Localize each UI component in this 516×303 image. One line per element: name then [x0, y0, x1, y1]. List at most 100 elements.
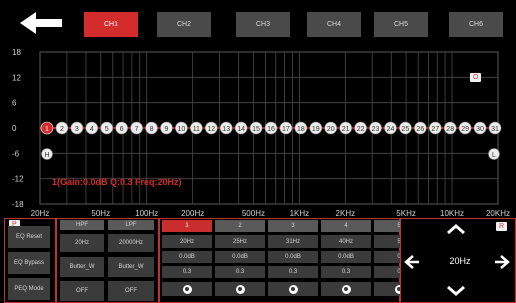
- eq-band-marker[interactable]: 7: [130, 121, 143, 135]
- band-3-gain-field[interactable]: 0.0dB: [268, 251, 318, 263]
- band-1-q-field[interactable]: 0.3: [162, 266, 212, 278]
- svg-text:28: 28: [446, 126, 454, 133]
- svg-text:17: 17: [282, 126, 290, 133]
- hpf-marker[interactable]: H: [41, 148, 53, 160]
- eq-band-marker[interactable]: 16: [264, 121, 278, 135]
- eq-band-marker[interactable]: 4: [85, 121, 99, 135]
- band-2-num-tab[interactable]: 2: [215, 220, 265, 232]
- svg-text:12: 12: [207, 126, 215, 133]
- eq-band-marker[interactable]: 28: [443, 121, 457, 135]
- arrow-left-icon[interactable]: [404, 254, 420, 270]
- band-5-freq-field[interactable]: 5: [374, 235, 400, 248]
- band-3-q-field[interactable]: 0.3: [268, 266, 318, 278]
- eq-band-marker[interactable]: 13: [219, 121, 233, 135]
- tab-ch5[interactable]: CH5: [374, 12, 428, 37]
- band-2-q-field[interactable]: 0.3: [215, 266, 265, 278]
- eq-band-marker[interactable]: 18: [294, 121, 308, 135]
- band-4-num-tab[interactable]: 4: [321, 220, 371, 232]
- eq-band-marker[interactable]: 3: [70, 121, 84, 135]
- tab-ch3[interactable]: CH3: [236, 12, 290, 37]
- hpf-freq-field[interactable]: 20Hz: [60, 234, 104, 252]
- eq-band-marker[interactable]: 31: [488, 121, 502, 135]
- band-1-bypass-toggle[interactable]: [162, 282, 212, 296]
- eq-band-marker[interactable]: 10: [175, 121, 188, 135]
- lpf-slope-select[interactable]: OFF: [108, 281, 154, 301]
- band-4-freq-field[interactable]: 40Hz: [321, 235, 371, 248]
- tab-ch2[interactable]: CH2: [157, 12, 211, 37]
- eq-band-marker[interactable]: 14: [234, 121, 248, 135]
- hpf-type-select[interactable]: Butter_W: [60, 257, 104, 277]
- eq-band-marker[interactable]: 8: [145, 121, 158, 135]
- eq-graph[interactable]: 181260-6-12-18 20Hz 50Hz 100Hz 200Hz 500Hz 1K…: [0, 44, 516, 220]
- eq-band-marker[interactable]: 1: [40, 121, 54, 135]
- radio-icon: [235, 284, 245, 294]
- x-tick-label: 200Hz: [181, 209, 204, 218]
- arrow-right-icon[interactable]: [494, 254, 510, 270]
- eq-band-marker[interactable]: 20: [324, 121, 338, 135]
- x-tick-label: 5KHz: [396, 209, 416, 218]
- svg-text:20: 20: [327, 126, 335, 133]
- x-tick-label: 500Hz: [242, 209, 265, 218]
- svg-text:21: 21: [342, 126, 350, 133]
- band-4-q-field[interactable]: 0.3: [321, 266, 371, 278]
- band-1-freq-field[interactable]: 20Hz: [162, 235, 212, 248]
- chevron-up-icon[interactable]: [446, 223, 466, 235]
- tab-ch4[interactable]: CH4: [307, 12, 361, 37]
- eq-bypass-button[interactable]: EQ Bypass: [8, 252, 50, 274]
- band-5-q-field[interactable]: 0: [374, 266, 400, 278]
- eq-band-marker[interactable]: 2: [55, 121, 69, 135]
- eq-band-marker[interactable]: 9: [160, 121, 173, 135]
- peq-mode-button[interactable]: PEQ Mode: [8, 278, 50, 300]
- svg-text:22: 22: [357, 126, 365, 133]
- hpf-header[interactable]: HPF: [60, 220, 104, 230]
- band-1-num-tab[interactable]: 1: [162, 220, 212, 232]
- y-tick-label: 6: [12, 99, 17, 108]
- eq-band-marker[interactable]: 19: [309, 121, 323, 135]
- svg-text:1: 1: [45, 126, 49, 133]
- svg-text:3: 3: [75, 126, 79, 133]
- band-5-bypass-toggle[interactable]: [374, 282, 400, 296]
- eq-band-marker[interactable]: 11: [190, 121, 203, 135]
- eq-band-marker[interactable]: 29: [458, 121, 472, 135]
- band-3-bypass-toggle[interactable]: [268, 282, 318, 296]
- band-1-gain-field[interactable]: 0.0dB: [162, 251, 212, 263]
- tab-ch6[interactable]: CH6: [449, 12, 503, 37]
- band-2-bypass-toggle[interactable]: [215, 282, 265, 296]
- band-4-bypass-toggle[interactable]: [321, 282, 371, 296]
- eq-band-marker[interactable]: 17: [279, 121, 293, 135]
- x-tick-label: 1KHz: [290, 209, 310, 218]
- eq-band-marker[interactable]: 24: [384, 121, 397, 135]
- eq-band-marker[interactable]: 12: [204, 121, 218, 135]
- band-3-num-tab[interactable]: 3: [268, 220, 318, 232]
- band-5-gain-field[interactable]: 0: [374, 251, 400, 263]
- eq-band-marker[interactable]: 25: [399, 121, 412, 135]
- x-tick-label: 20Hz: [31, 209, 50, 218]
- back-arrow-icon[interactable]: [20, 10, 76, 36]
- band-4-gain-field[interactable]: 0.0dB: [321, 251, 371, 263]
- hpf-slope-select[interactable]: OFF: [60, 281, 104, 301]
- svg-text:H: H: [44, 152, 49, 159]
- svg-text:27: 27: [431, 126, 439, 133]
- tab-ch1[interactable]: CH1: [84, 12, 138, 37]
- band-2-gain-field[interactable]: 0.0dB: [215, 251, 265, 263]
- eq-band-marker[interactable]: 27: [428, 121, 442, 135]
- lpf-marker[interactable]: L: [488, 148, 500, 160]
- lpf-type-select[interactable]: Butter_W: [108, 257, 154, 277]
- band-2-freq-field[interactable]: 25Hz: [215, 235, 265, 248]
- eq-band-marker[interactable]: 15: [249, 121, 263, 135]
- x-tick-label: 20KHz: [486, 209, 510, 218]
- radio-icon: [182, 284, 192, 294]
- eq-band-marker[interactable]: 6: [115, 121, 128, 135]
- eq-band-marker[interactable]: 30: [473, 121, 487, 135]
- lpf-header[interactable]: LPF: [108, 220, 154, 230]
- eq-band-marker[interactable]: 23: [369, 121, 382, 135]
- chevron-down-icon[interactable]: [446, 285, 466, 297]
- band-5-num-tab[interactable]: 5: [374, 220, 400, 232]
- eq-band-marker[interactable]: 26: [414, 121, 427, 135]
- band-3-freq-field[interactable]: 31Hz: [268, 235, 318, 248]
- eq-band-marker[interactable]: 22: [354, 121, 367, 135]
- eq-band-marker[interactable]: 5: [100, 121, 114, 135]
- lpf-freq-field[interactable]: 20000Hz: [108, 234, 154, 252]
- eq-band-marker[interactable]: 21: [339, 121, 352, 135]
- eq-reset-button[interactable]: EQ Reset: [8, 226, 50, 248]
